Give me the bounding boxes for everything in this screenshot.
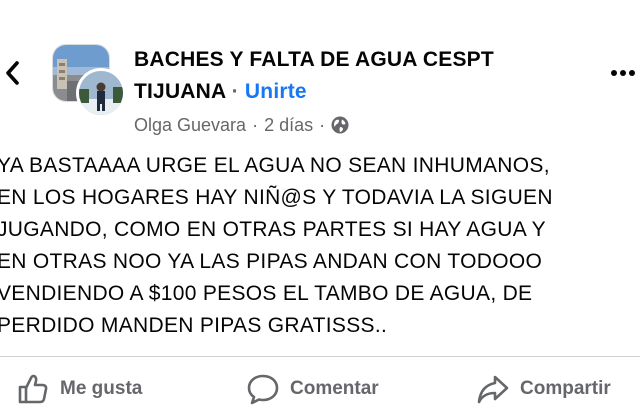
meta-separator-2: · [319, 114, 326, 135]
post-line: VENDIENDO A $100 PESOS EL TAMBO DE AGUA,… [0, 282, 533, 305]
author-name[interactable]: Olga Guevara [134, 115, 246, 136]
share-icon [477, 375, 509, 404]
title-separator: · [231, 80, 239, 103]
comment-button[interactable]: Comentar [246, 364, 379, 414]
share-label: Compartir [520, 378, 611, 399]
back-button[interactable] [0, 55, 24, 91]
post-actions: Me gusta Comentar Compartir [0, 364, 640, 414]
join-button[interactable]: Unirte [245, 80, 307, 103]
post-meta: Olga Guevara · 2 días · [134, 113, 349, 137]
group-name-line1[interactable]: BACHES Y FALTA DE AGUA CESPT [134, 44, 574, 76]
more-icon [611, 70, 635, 76]
thumbs-up-icon [18, 374, 48, 404]
post-line: EN LOS HOGARES HAY NIÑ@S Y TODAVIA LA SI… [0, 186, 553, 209]
post-time[interactable]: 2 días [264, 115, 313, 136]
post-line: EN OTRAS NOO YA LAS PIPAS ANDAN CON TODO… [0, 250, 543, 273]
group-name-line2[interactable]: TIJUANA [134, 80, 226, 103]
user-avatar[interactable] [76, 68, 126, 118]
more-options-button[interactable] [610, 60, 640, 86]
like-button[interactable]: Me gusta [16, 364, 142, 414]
like-label: Me gusta [60, 378, 143, 399]
divider [0, 356, 640, 357]
comment-label: Comentar [290, 378, 379, 399]
post-line: YA BASTAAAA URGE EL AGUA NO SEAN INHUMAN… [0, 154, 550, 177]
post-line: PERDIDO MANDEN PIPAS GRATISSS.. [0, 314, 388, 337]
share-button[interactable]: Compartir [476, 364, 611, 414]
avatar-group[interactable] [52, 44, 126, 118]
comment-icon [247, 374, 279, 405]
post-line: JUGANDO, COMO EN OTRAS PARTES SI HAY AGU… [0, 218, 546, 241]
meta-separator: · [252, 114, 259, 135]
globe-icon [331, 116, 349, 134]
chevron-left-icon [6, 61, 19, 85]
post-body: YA BASTAAAA URGE EL AGUA NO SEAN INHUMAN… [0, 150, 637, 342]
group-title: BACHES Y FALTA DE AGUA CESPT TIJUANA · U… [134, 44, 574, 108]
